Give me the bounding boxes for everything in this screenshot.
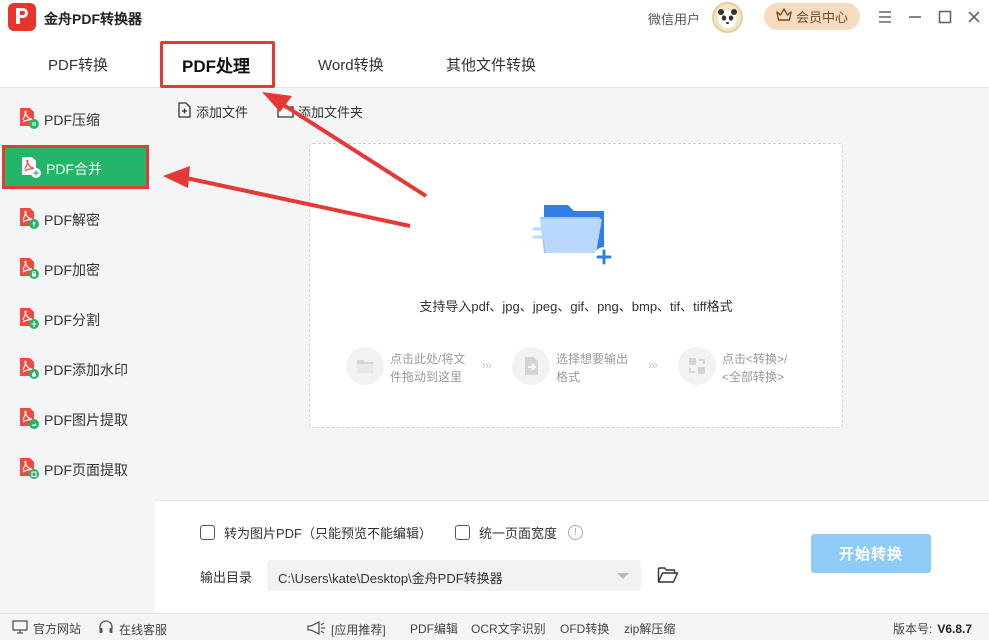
open-folder-icon[interactable] xyxy=(657,565,679,585)
sidebar-item-label: PDF分割 xyxy=(44,312,100,328)
checkbox-box[interactable] xyxy=(455,525,470,540)
monitor-icon xyxy=(12,620,28,637)
step-line: 格式 xyxy=(556,370,581,384)
convert-icon xyxy=(678,347,716,385)
crown-icon xyxy=(776,8,792,25)
supported-formats-text: 支持导入pdf、jpg、jpeg、gif、png、bmp、tif、tiff格式 xyxy=(419,299,733,314)
tab-word-convert[interactable]: Word转换 xyxy=(318,54,384,75)
vip-center-button[interactable]: 会员中心 xyxy=(764,3,860,30)
user-avatar-icon[interactable] xyxy=(712,2,743,33)
file-drop-zone[interactable]: 支持导入pdf、jpg、jpeg、gif、png、bmp、tif、tiff格式 … xyxy=(309,143,843,428)
output-dir-select[interactable]: C:\Users\kate\Desktop\金舟PDF转换器 xyxy=(267,560,641,591)
uniform-width-label: 统一页面宽度 xyxy=(479,526,558,541)
info-icon[interactable]: ! xyxy=(568,525,584,540)
app-logo-icon xyxy=(8,3,36,31)
maximize-icon[interactable] xyxy=(936,8,954,26)
step-text: 点击此处/将文 件拖动到这里 xyxy=(390,350,465,386)
add-file-icon xyxy=(177,102,192,121)
file-export-icon xyxy=(512,347,550,385)
sidebar-item-label: PDF添加水印 xyxy=(44,362,128,378)
pdf-decrypt-icon xyxy=(16,206,40,230)
pdf-image-extract-icon xyxy=(16,406,40,430)
minimize-icon[interactable] xyxy=(906,8,924,26)
options-panel: 转为图片PDF（只能预览不能编辑） 统一页面宽度 ! 输出目录 C:\Users… xyxy=(155,500,989,613)
title-bar: 金舟PDF转换器 微信用户 会员中心 xyxy=(0,0,989,34)
sidebar-item-pdf-watermark[interactable]: PDF添加水印 xyxy=(0,346,155,390)
step-arrows: ››› xyxy=(648,358,658,372)
link-ocr[interactable]: OCR文字识别 xyxy=(471,620,546,637)
step-line: 点击此处/将文 xyxy=(390,352,466,366)
add-folder-icon xyxy=(277,103,294,121)
folder-add-icon xyxy=(528,199,620,269)
support-label: 在线客服 xyxy=(119,622,168,637)
folder-icon xyxy=(346,347,384,385)
user-name[interactable]: 微信用户 xyxy=(648,9,700,28)
link-pdf-edit[interactable]: PDF编辑 xyxy=(410,620,458,637)
pdf-merge-icon xyxy=(18,155,42,179)
step-line: <全部转换> xyxy=(722,370,785,384)
step-text: 选择想要输出 格式 xyxy=(556,350,628,386)
checkbox-box[interactable] xyxy=(200,525,215,540)
sidebar-item-pdf-encrypt[interactable]: PDF加密 xyxy=(0,246,155,290)
link-ofd-convert[interactable]: OFD转换 xyxy=(560,620,609,637)
sidebar-item-pdf-decrypt[interactable]: PDF解密 xyxy=(0,196,155,240)
megaphone-icon xyxy=(306,620,326,639)
sidebar-item-pdf-merge[interactable]: PDF合并 xyxy=(2,145,149,189)
add-file-button[interactable]: 添加文件 xyxy=(177,102,248,121)
sidebar-item-label: PDF合并 xyxy=(46,161,102,177)
official-website-link[interactable]: 官方网站 xyxy=(12,620,81,637)
pdf-split-icon xyxy=(16,306,40,330)
step-line: 件拖动到这里 xyxy=(390,370,463,384)
sidebar-item-label: PDF图片提取 xyxy=(44,412,128,428)
app-recommend[interactable]: [应用推荐] xyxy=(306,620,386,639)
headset-icon xyxy=(98,620,114,638)
output-dir-value: C:\Users\kate\Desktop\金舟PDF转换器 xyxy=(278,571,503,586)
pdf-encrypt-icon xyxy=(16,256,40,280)
pdf-watermark-icon xyxy=(16,356,40,380)
close-icon[interactable] xyxy=(965,8,983,26)
status-bar: 官方网站 在线客服 [应用推荐] PDF编辑 OCR文字识别 OFD转换 zip… xyxy=(0,613,989,640)
uniform-width-checkbox[interactable]: 统一页面宽度 ! xyxy=(455,523,584,542)
link-zip[interactable]: zip解压缩 xyxy=(624,620,675,637)
sidebar-item-pdf-page-extract[interactable]: PDF页面提取 xyxy=(0,446,155,490)
step-line: 点击<转换>/ xyxy=(722,352,788,366)
add-folder-button[interactable]: 添加文件夹 xyxy=(277,102,363,121)
online-support-link[interactable]: 在线客服 xyxy=(98,620,167,638)
sidebar-item-pdf-image-extract[interactable]: PDF图片提取 xyxy=(0,396,155,440)
main-panel: 添加文件 添加文件夹 支持导入pdf、jpg、jpeg、gif、png、bmp、… xyxy=(155,88,989,500)
main-tab-bar: PDF转换 PDF处理 Word转换 其他文件转换 xyxy=(0,34,989,112)
sidebar-item-label: PDF页面提取 xyxy=(44,462,128,478)
step-text: 点击<转换>/ <全部转换> xyxy=(722,350,787,386)
add-folder-label: 添加文件夹 xyxy=(298,105,364,120)
vip-center-label: 会员中心 xyxy=(795,10,848,25)
chevron-down-icon[interactable] xyxy=(617,573,629,579)
menu-icon[interactable] xyxy=(876,8,894,26)
sidebar-item-pdf-split[interactable]: PDF分割 xyxy=(0,296,155,340)
step-arrows: ››› xyxy=(482,358,492,372)
sidebar-item-label: PDF解密 xyxy=(44,212,100,228)
tab-highlight-box xyxy=(160,41,275,88)
step-line: 选择想要输出 xyxy=(556,352,629,366)
to-image-pdf-checkbox[interactable]: 转为图片PDF（只能预览不能编辑） xyxy=(200,523,432,542)
tab-other-convert[interactable]: 其他文件转换 xyxy=(446,54,536,75)
version-number: V6.8.7 xyxy=(937,621,973,636)
output-dir-label: 输出目录 xyxy=(200,570,253,585)
sidebar-item-label: PDF压缩 xyxy=(44,112,100,128)
pdf-page-extract-icon xyxy=(16,456,40,480)
website-label: 官方网站 xyxy=(33,622,82,636)
sidebar-item-pdf-compress[interactable]: PDF压缩 xyxy=(0,96,155,140)
pdf-compress-icon xyxy=(16,106,40,130)
sidebar: PDF压缩 PDF合并 PDF解密 PDF加密 PDF分割 PDF添加水印 PD… xyxy=(0,88,155,613)
add-file-label: 添加文件 xyxy=(196,105,249,120)
app-window: 金舟PDF转换器 微信用户 会员中心 PDF转换 PDF处理 Word转换 其他… xyxy=(0,0,989,640)
to-image-pdf-label: 转为图片PDF（只能预览不能编辑） xyxy=(224,526,433,541)
recommend-label: [应用推荐] xyxy=(331,623,386,637)
version-info: 版本号: V6.8.7 xyxy=(893,620,972,637)
tab-pdf-convert[interactable]: PDF转换 xyxy=(48,54,108,75)
app-title: 金舟PDF转换器 xyxy=(44,11,142,27)
start-convert-button[interactable]: 开始转换 xyxy=(811,534,931,573)
sidebar-item-label: PDF加密 xyxy=(44,262,100,278)
version-label: 版本号: xyxy=(893,622,933,636)
